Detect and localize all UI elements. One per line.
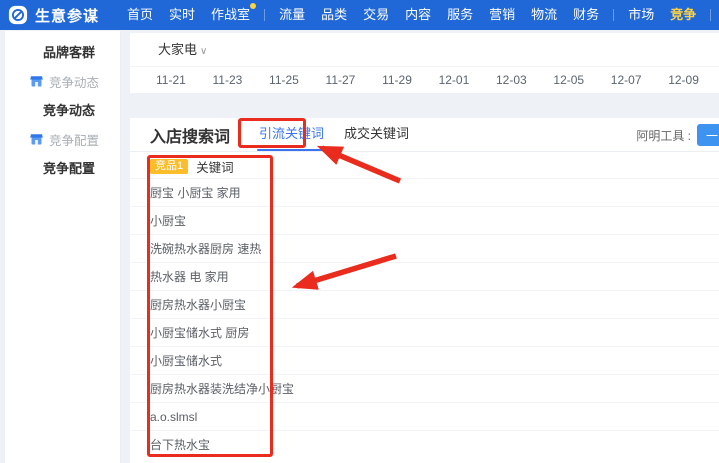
sidebar-item-competition-config[interactable]: 竞争配置 bbox=[5, 154, 120, 183]
sidebar: 品牌客群 竞争动态 竞争动态 竞争配置 竞争配置 bbox=[4, 31, 121, 463]
tab-traffic-keywords[interactable]: 引流关键词 bbox=[257, 118, 327, 152]
nav-item-category[interactable]: 品类 bbox=[313, 0, 355, 30]
keyword-tabs: 引流关键词 成交关键词 bbox=[257, 118, 411, 152]
axis-tick: 12-07 bbox=[610, 72, 642, 87]
sidebar-item-brand-audience[interactable]: 品牌客群 bbox=[5, 38, 120, 67]
nav-item-market[interactable]: 市场 bbox=[620, 0, 662, 30]
sidebar-item-label: 竞争配置 bbox=[49, 134, 100, 148]
keyword-table: 竞品1 关键词 厨宝 小厨宝 家用 小厨宝 洗碗热水器厨房 速热 热水器 电 家… bbox=[130, 152, 719, 458]
nav-item-trade[interactable]: 交易 bbox=[355, 0, 397, 30]
keyword-row[interactable]: 厨宝 小厨宝 家用 bbox=[130, 178, 719, 206]
nav-item-service[interactable]: 服务 bbox=[439, 0, 481, 30]
timeline-card: 大家电 ∨ 11-21 11-23 11-25 11-27 11-29 12-01… bbox=[130, 33, 719, 93]
nav-item-logistics[interactable]: 物流 bbox=[523, 0, 565, 30]
nav-item-realtime[interactable]: 实时 bbox=[161, 0, 203, 30]
shop-icon bbox=[30, 133, 43, 146]
sidebar-item-label: 竞争动态 bbox=[49, 76, 100, 90]
nav-item-content[interactable]: 内容 bbox=[397, 0, 439, 30]
search-keywords-card: 入店搜索词 引流关键词 成交关键词 阿明工具 : 一 竞品1 关键词 厨宝 小厨… bbox=[130, 118, 719, 463]
section-title: 入店搜索词 bbox=[150, 128, 231, 146]
keyword-row[interactable]: 厨房热水器装洗结净小厨宝 bbox=[130, 374, 719, 402]
keyword-row[interactable]: 厨房热水器小厨宝 bbox=[130, 290, 719, 318]
nav-item-home[interactable]: 首页 bbox=[119, 0, 161, 30]
sidebar-item-competition-trends[interactable]: 竞争动态 bbox=[5, 96, 120, 125]
nav-item-competition[interactable]: 竞争 bbox=[662, 0, 704, 30]
axis-tick: 12-01 bbox=[438, 72, 470, 87]
nav-item-finance[interactable]: 财务 bbox=[565, 0, 607, 30]
keyword-row[interactable]: 热水器 电 家用 bbox=[130, 262, 719, 290]
keyword-table-header: 竞品1 关键词 bbox=[130, 155, 719, 178]
sidebar-item-competition-trends-link[interactable]: 竞争动态 bbox=[5, 67, 120, 96]
search-section-header: 入店搜索词 引流关键词 成交关键词 阿明工具 : 一 bbox=[130, 118, 719, 152]
axis-tick: 11-27 bbox=[325, 72, 356, 87]
sidebar-item-competition-config-link[interactable]: 竞争配置 bbox=[5, 125, 120, 154]
keyword-row[interactable]: 洗碗热水器厨房 速热 bbox=[130, 234, 719, 262]
nav-item-traffic[interactable]: 流量 bbox=[271, 0, 313, 30]
axis-tick: 11-21 bbox=[156, 72, 186, 87]
axis-tick: 11-25 bbox=[269, 72, 299, 87]
nav-item-warroom[interactable]: 作战室 bbox=[203, 0, 258, 30]
shop-icon bbox=[30, 75, 43, 88]
axis-tick: 11-29 bbox=[382, 72, 412, 87]
nav-divider bbox=[710, 9, 712, 21]
axis-tick: 12-05 bbox=[553, 72, 585, 87]
keyword-row[interactable]: 小厨宝储水式 bbox=[130, 346, 719, 374]
keyword-row[interactable]: 台下热水宝 bbox=[130, 430, 719, 458]
column-header-keyword: 关键词 bbox=[196, 161, 234, 175]
nav-item-marketing[interactable]: 营销 bbox=[481, 0, 523, 30]
top-nav: 生意参谋 首页 实时 作战室 流量 品类 交易 内容 服务 营销 物流 财务 市… bbox=[0, 0, 719, 30]
tools-area: 阿明工具 : 一 bbox=[636, 118, 719, 152]
nav-divider bbox=[264, 9, 266, 21]
brand-name: 生意参谋 bbox=[35, 7, 100, 25]
category-label: 大家电 bbox=[158, 42, 198, 57]
axis-tick: 12-03 bbox=[495, 72, 527, 87]
keyword-row[interactable]: a.o.slmsl bbox=[130, 402, 719, 430]
nav-menu: 首页 实时 作战室 流量 品类 交易 内容 服务 营销 物流 财务 市场 竞争 bbox=[119, 0, 717, 30]
date-axis: 11-21 11-23 11-25 11-27 11-29 12-01 12-0… bbox=[130, 67, 719, 92]
tool-button[interactable]: 一 bbox=[697, 124, 719, 146]
keyword-row[interactable]: 小厨宝 bbox=[130, 206, 719, 234]
nav-divider bbox=[613, 9, 615, 21]
axis-tick: 11-23 bbox=[212, 72, 243, 87]
keyword-row[interactable]: 小厨宝储水式 厨房 bbox=[130, 318, 719, 346]
active-tab-underline bbox=[257, 148, 327, 151]
category-dropdown[interactable]: 大家电 ∨ bbox=[130, 33, 719, 67]
tools-label: 阿明工具 : bbox=[636, 128, 691, 143]
sycm-logo-icon bbox=[8, 5, 28, 25]
brand[interactable]: 生意参谋 bbox=[0, 5, 99, 26]
notification-dot bbox=[250, 3, 257, 9]
tab-transaction-keywords[interactable]: 成交关键词 bbox=[342, 118, 411, 152]
chevron-down-icon: ∨ bbox=[200, 46, 208, 57]
axis-tick: 12-09 bbox=[668, 72, 699, 87]
competitor-badge: 竞品1 bbox=[150, 159, 189, 174]
